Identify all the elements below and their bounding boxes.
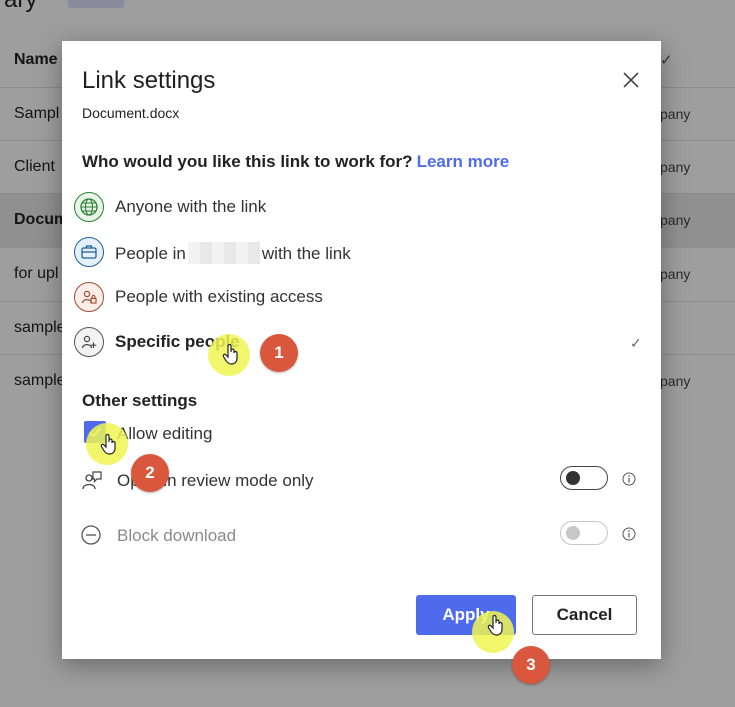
learn-more-link[interactable]: Learn more (417, 152, 510, 171)
block-download-label: Block download (117, 526, 237, 545)
option-anyone-label: Anyone with the link (115, 197, 267, 216)
review-mode-icon (82, 471, 102, 490)
block-download-toggle (560, 521, 608, 545)
option-people-in-org-label: People in with the link (115, 242, 351, 264)
option-people-in-org-suffix: with the link (261, 244, 351, 263)
toggle-knob (566, 471, 580, 485)
other-settings-heading: Other settings (82, 391, 198, 410)
redacted-org-name (187, 242, 260, 264)
audience-question: Who would you like this link to work for… (82, 152, 509, 172)
selected-checkmark-icon: ✓ (630, 335, 642, 351)
close-button[interactable] (620, 69, 642, 91)
link-settings-dialog: Link settings Document.docx Who would yo… (62, 41, 661, 659)
option-specific-people[interactable]: Specific people ✓ (74, 323, 649, 363)
audience-question-text: Who would you like this link to work for… (82, 152, 413, 171)
hand-cursor-icon (487, 614, 503, 636)
option-people-in-org[interactable]: People in with the link (74, 233, 649, 273)
close-icon (623, 72, 639, 88)
step-badge: 1 (260, 334, 298, 372)
people-add-icon (74, 327, 104, 357)
briefcase-icon (74, 237, 104, 267)
block-icon (81, 525, 101, 545)
dialog-file-name: Document.docx (82, 105, 180, 121)
review-mode-info-icon[interactable] (622, 472, 636, 486)
block-download-info-icon[interactable] (622, 527, 636, 541)
review-mode-toggle[interactable] (560, 466, 608, 490)
hand-cursor-icon (222, 343, 238, 365)
hand-cursor-icon (100, 433, 116, 455)
cancel-button[interactable]: Cancel (532, 595, 637, 635)
toggle-knob (566, 526, 580, 540)
step-badge: 2 (131, 454, 169, 492)
dialog-title: Link settings (82, 67, 216, 94)
option-existing-access[interactable]: People with existing access (74, 278, 649, 318)
option-anyone[interactable]: Anyone with the link (74, 188, 649, 228)
option-existing-access-label: People with existing access (115, 287, 323, 306)
people-lock-icon (74, 282, 104, 312)
option-people-in-org-prefix: People in (115, 244, 186, 263)
globe-icon (74, 192, 104, 222)
allow-editing-label: Allow editing (117, 424, 213, 443)
step-badge: 3 (512, 646, 550, 684)
